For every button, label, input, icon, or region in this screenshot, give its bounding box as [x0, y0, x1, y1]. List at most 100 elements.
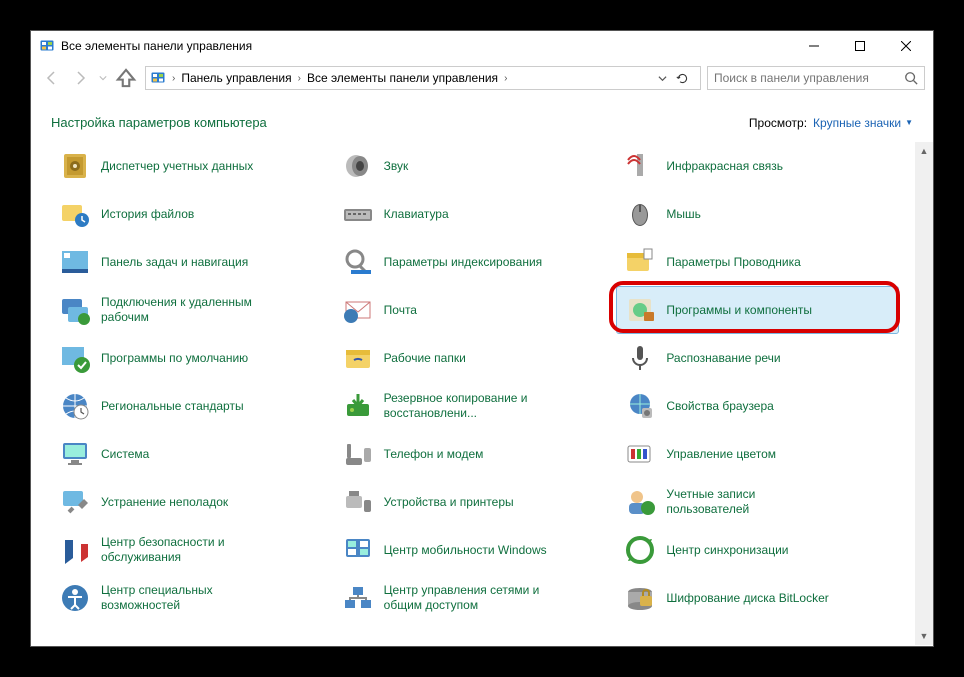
cpl-item-icon [59, 246, 91, 278]
cpl-item[interactable]: Центр безопасности и обслуживания [51, 526, 334, 574]
cpl-item-label: Рабочие папки [384, 351, 466, 366]
breadcrumb-sep-icon[interactable]: › [502, 73, 509, 84]
cpl-item-label: Звук [384, 159, 409, 174]
view-mode-dropdown[interactable]: Крупные значки ▼ [813, 116, 913, 130]
cpl-item-label: Управление цветом [666, 447, 776, 462]
cpl-item-label: Мышь [666, 207, 701, 222]
cpl-item-icon [59, 198, 91, 230]
breadcrumb-segment[interactable]: Все элементы панели управления [303, 71, 502, 85]
cpl-item[interactable]: Система [51, 430, 334, 478]
cpl-item-label: Центр управления сетями и общим доступом [384, 583, 554, 613]
breadcrumb-sep-icon[interactable]: › [170, 73, 177, 84]
cpl-item[interactable]: Центр специальных возможностей [51, 574, 334, 622]
search-icon [904, 71, 918, 85]
page-title: Настройка параметров компьютера [51, 115, 267, 130]
cpl-item[interactable]: Параметры Проводника [616, 238, 899, 286]
cpl-item[interactable]: Почта [334, 286, 617, 334]
cpl-item[interactable]: Шифрование диска BitLocker [616, 574, 899, 622]
cpl-item-icon [624, 534, 656, 566]
cpl-item[interactable]: Телефон и модем [334, 430, 617, 478]
view-mode-value: Крупные значки [813, 116, 901, 130]
cpl-item-label: Почта [384, 303, 417, 318]
nav-up-button[interactable] [113, 65, 139, 91]
cpl-item-icon [59, 486, 91, 518]
cpl-item-label: История файлов [101, 207, 194, 222]
chevron-down-icon: ▼ [905, 118, 913, 127]
cpl-item[interactable]: Мышь [616, 190, 899, 238]
address-dropdown-button[interactable] [658, 74, 676, 83]
cpl-item[interactable]: Панель задач и навигация [51, 238, 334, 286]
search-box[interactable] [707, 66, 925, 90]
cpl-item-icon [624, 486, 656, 518]
content-area: Диспетчер учетных данных Звук Инфракрасная… [31, 142, 915, 645]
cpl-item[interactable]: Управление цветом [616, 430, 899, 478]
cpl-item-icon [624, 246, 656, 278]
cpl-item-icon [59, 438, 91, 470]
maximize-button[interactable] [837, 32, 883, 60]
cpl-item[interactable]: Центр синхронизации [616, 526, 899, 574]
address-bar[interactable]: › Панель управления › Все элементы панел… [145, 66, 701, 90]
cpl-item[interactable]: Учетные записи пользователей [616, 478, 899, 526]
cpl-item[interactable]: Звук [334, 142, 617, 190]
cpl-item[interactable]: Центр управления сетями и общим доступом [334, 574, 617, 622]
window: Все элементы панели управления › Панель … [30, 30, 934, 647]
cpl-item-label: Параметры индексирования [384, 255, 542, 270]
cpl-item[interactable]: Диспетчер учетных данных [51, 142, 334, 190]
refresh-button[interactable] [676, 72, 696, 85]
cpl-item[interactable]: Свойства браузера [616, 382, 899, 430]
cpl-item-label: Устройства и принтеры [384, 495, 514, 510]
cpl-item-label: Программы по умолчанию [101, 351, 248, 366]
cpl-item[interactable]: Подключения к удаленным рабочим [51, 286, 334, 334]
cpl-item[interactable]: Устройства и принтеры [334, 478, 617, 526]
cpl-item-icon [342, 342, 374, 374]
cpl-item[interactable]: Инфракрасная связь [616, 142, 899, 190]
cpl-item[interactable]: Устранение неполадок [51, 478, 334, 526]
cpl-item-icon [59, 390, 91, 422]
page-header: Настройка параметров компьютера Просмотр… [31, 95, 933, 142]
minimize-button[interactable] [791, 32, 837, 60]
cpl-item[interactable]: Программы и компоненты [616, 286, 899, 334]
cpl-item-label: Система [101, 447, 149, 462]
cpl-item-icon [342, 150, 374, 182]
nav-forward-button[interactable] [67, 65, 93, 91]
cpl-item-label: Свойства браузера [666, 399, 774, 414]
cpl-item-label: Учетные записи пользователей [666, 487, 836, 517]
cpl-item[interactable]: Резервное копирование и восстановлени... [334, 382, 617, 430]
cpl-item-icon [342, 438, 374, 470]
cpl-item-icon [624, 294, 656, 326]
scroll-up-button[interactable]: ▲ [915, 142, 933, 160]
scroll-down-button[interactable]: ▼ [915, 627, 933, 645]
breadcrumb-segment[interactable]: Панель управления [177, 71, 295, 85]
cpl-item[interactable]: Клавиатура [334, 190, 617, 238]
cpl-item-label: Телефон и модем [384, 447, 484, 462]
cpl-item-icon [59, 150, 91, 182]
cpl-item[interactable]: Программы по умолчанию [51, 334, 334, 382]
cpl-item[interactable]: Центр мобильности Windows [334, 526, 617, 574]
cpl-item-label: Программы и компоненты [666, 303, 812, 318]
nav-history-dropdown[interactable] [95, 65, 111, 91]
cpl-item-icon [624, 150, 656, 182]
cpl-item[interactable]: Рабочие папки [334, 334, 617, 382]
cpl-item[interactable]: Региональные стандарты [51, 382, 334, 430]
search-input[interactable] [714, 71, 904, 85]
cpl-item-icon [59, 294, 91, 326]
close-button[interactable] [883, 32, 929, 60]
window-title: Все элементы панели управления [61, 39, 791, 53]
cpl-item-label: Центр безопасности и обслуживания [101, 535, 271, 565]
cpl-item-label: Клавиатура [384, 207, 449, 222]
cpl-item[interactable]: Распознавание речи [616, 334, 899, 382]
nav-back-button[interactable] [39, 65, 65, 91]
cpl-item-icon [342, 294, 374, 326]
cpl-item-icon [624, 198, 656, 230]
cpl-item[interactable]: Параметры индексирования [334, 238, 617, 286]
breadcrumb-sep-icon[interactable]: › [296, 73, 303, 84]
cpl-item-label: Шифрование диска BitLocker [666, 591, 828, 606]
cpl-item-icon [624, 582, 656, 614]
cpl-item-label: Параметры Проводника [666, 255, 800, 270]
navigation-row: › Панель управления › Все элементы панел… [31, 61, 933, 95]
cpl-item[interactable]: История файлов [51, 190, 334, 238]
cpl-item-icon [624, 342, 656, 374]
scrollbar-vertical[interactable]: ▲ ▼ [915, 142, 933, 645]
cpl-item-label: Диспетчер учетных данных [101, 159, 253, 174]
cpl-item-icon [342, 486, 374, 518]
